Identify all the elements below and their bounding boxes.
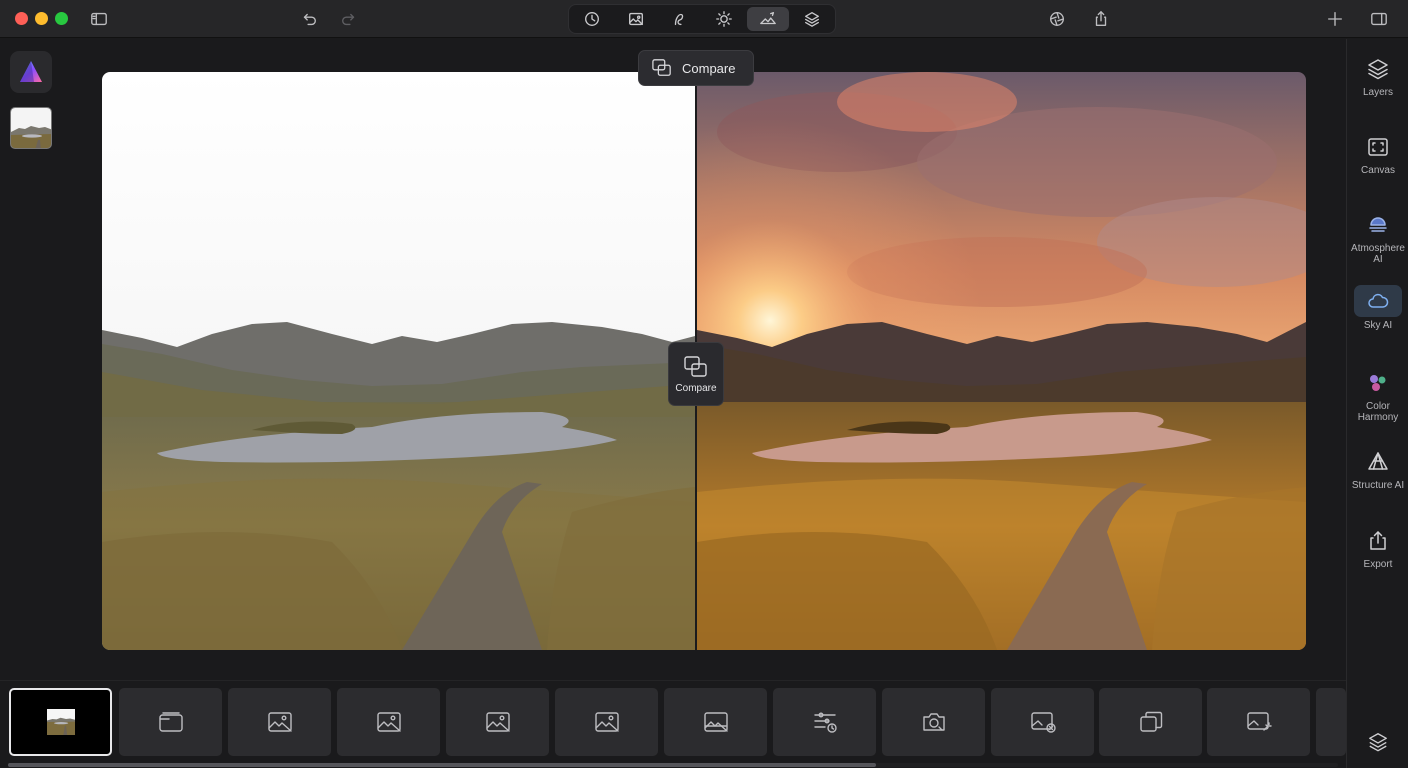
panel-color-harmony-label: Color Harmony <box>1357 401 1399 423</box>
atmosphere-icon <box>1369 217 1387 232</box>
redo-icon[interactable] <box>336 7 362 31</box>
plus-icon[interactable] <box>1322 7 1348 31</box>
panel-structure-label: Structure AI <box>1351 480 1405 491</box>
before-image <box>102 72 695 650</box>
panel-canvas-label: Canvas <box>1361 165 1395 176</box>
landscape-edit-icon <box>760 12 776 25</box>
clock-icon <box>585 12 599 26</box>
aperture-icon[interactable] <box>1044 7 1070 31</box>
filmstrip-item[interactable] <box>882 688 985 756</box>
panel-sky-ai[interactable]: Sky AI <box>1353 285 1403 345</box>
compare-tooltip: Compare <box>638 50 754 86</box>
landscape-thumbnail <box>46 709 75 735</box>
image-icon <box>267 712 292 732</box>
compare-icon <box>652 59 671 76</box>
panel-structure-ai[interactable]: Structure AI <box>1352 446 1404 506</box>
filmstrip-item[interactable] <box>337 688 440 756</box>
filmstrip-item[interactable] <box>446 688 549 756</box>
panel-atmosphere-ai[interactable]: Atmosphere AI <box>1351 209 1405 269</box>
panel-canvas[interactable]: Canvas <box>1353 131 1403 191</box>
tool-selector <box>568 4 836 34</box>
filmstrip-item[interactable] <box>555 688 658 756</box>
prism-logo-icon <box>20 61 42 82</box>
filmstrip-item-partial[interactable] <box>1316 688 1346 756</box>
filmstrip-photo-selected[interactable] <box>9 688 112 756</box>
left-rail <box>0 39 62 679</box>
sky-ai-active-box <box>1354 285 1402 317</box>
filmstrip-item[interactable] <box>119 688 222 756</box>
filmstrip-item[interactable] <box>773 688 876 756</box>
image-tool[interactable] <box>615 7 657 31</box>
photo-thumbnail[interactable] <box>10 107 52 149</box>
panel-atmosphere-label: Atmosphere AI <box>1351 243 1405 265</box>
filmstrip-item[interactable] <box>228 688 331 756</box>
layers-bottom-icon[interactable] <box>1365 729 1391 755</box>
app-logo[interactable] <box>10 51 52 93</box>
image-magic-icon <box>1246 712 1272 731</box>
history-tool[interactable] <box>571 7 613 31</box>
filmstrip-item[interactable] <box>664 688 767 756</box>
layers-icon <box>805 12 819 27</box>
color-harmony-icon <box>1370 375 1386 391</box>
image-icon <box>594 712 619 732</box>
compare-icon <box>684 355 707 377</box>
adjust-icon <box>813 712 837 733</box>
panel-layers-label: Layers <box>1362 87 1393 98</box>
sky-tool[interactable] <box>747 7 789 31</box>
sun-icon <box>716 11 732 27</box>
compare-handle-label: Compare <box>675 382 717 394</box>
right-panel: Layers Canvas Atmosphere AI Sky AI Color… <box>1346 39 1408 768</box>
compare-tooltip-label: Compare <box>682 60 736 76</box>
image-remove-icon <box>1030 712 1056 733</box>
landscape-thumbnail <box>11 108 51 148</box>
curves-icon <box>674 13 684 26</box>
zoom-window-button[interactable] <box>55 12 68 25</box>
title-bar <box>0 0 1408 38</box>
image-icon <box>376 712 401 732</box>
filmstrip-scrollbar[interactable] <box>8 763 1338 767</box>
undo-icon[interactable] <box>296 7 322 31</box>
sidebar-toggle-icon[interactable] <box>86 7 112 31</box>
light-tool[interactable] <box>703 7 745 31</box>
duplicate-icon <box>1139 711 1162 732</box>
image-icon <box>485 712 510 732</box>
right-panel-toggle-icon[interactable] <box>1366 7 1392 31</box>
filmstrip <box>0 680 1346 768</box>
panel-layers[interactable]: Layers <box>1353 53 1403 113</box>
filmstrip-item[interactable] <box>1207 688 1310 756</box>
panel-color-harmony[interactable]: Color Harmony <box>1353 367 1403 427</box>
panel-export[interactable]: Export <box>1353 525 1403 585</box>
compare-handle[interactable]: Compare <box>668 342 724 406</box>
template-icon <box>158 712 183 732</box>
camera-icon <box>922 713 945 731</box>
canvas-icon <box>1368 138 1388 156</box>
share-icon[interactable] <box>1088 7 1114 31</box>
image-icon <box>703 712 728 732</box>
structure-icon <box>1368 452 1388 470</box>
filmstrip-item[interactable] <box>991 688 1094 756</box>
close-window-button[interactable] <box>15 12 28 25</box>
filmstrip-item[interactable] <box>1099 688 1202 756</box>
filmstrip-scrollbar-thumb[interactable] <box>8 763 876 767</box>
panel-sky-ai-label: Sky AI <box>1363 320 1393 331</box>
curves-tool[interactable] <box>659 7 701 31</box>
minimize-window-button[interactable] <box>35 12 48 25</box>
cloud-icon <box>1368 293 1389 308</box>
layers-icon <box>1368 59 1388 80</box>
panel-export-label: Export <box>1363 559 1393 570</box>
image-icon <box>629 12 643 26</box>
export-icon <box>1370 531 1386 550</box>
layers-tool[interactable] <box>791 7 833 31</box>
after-image <box>697 72 1306 650</box>
